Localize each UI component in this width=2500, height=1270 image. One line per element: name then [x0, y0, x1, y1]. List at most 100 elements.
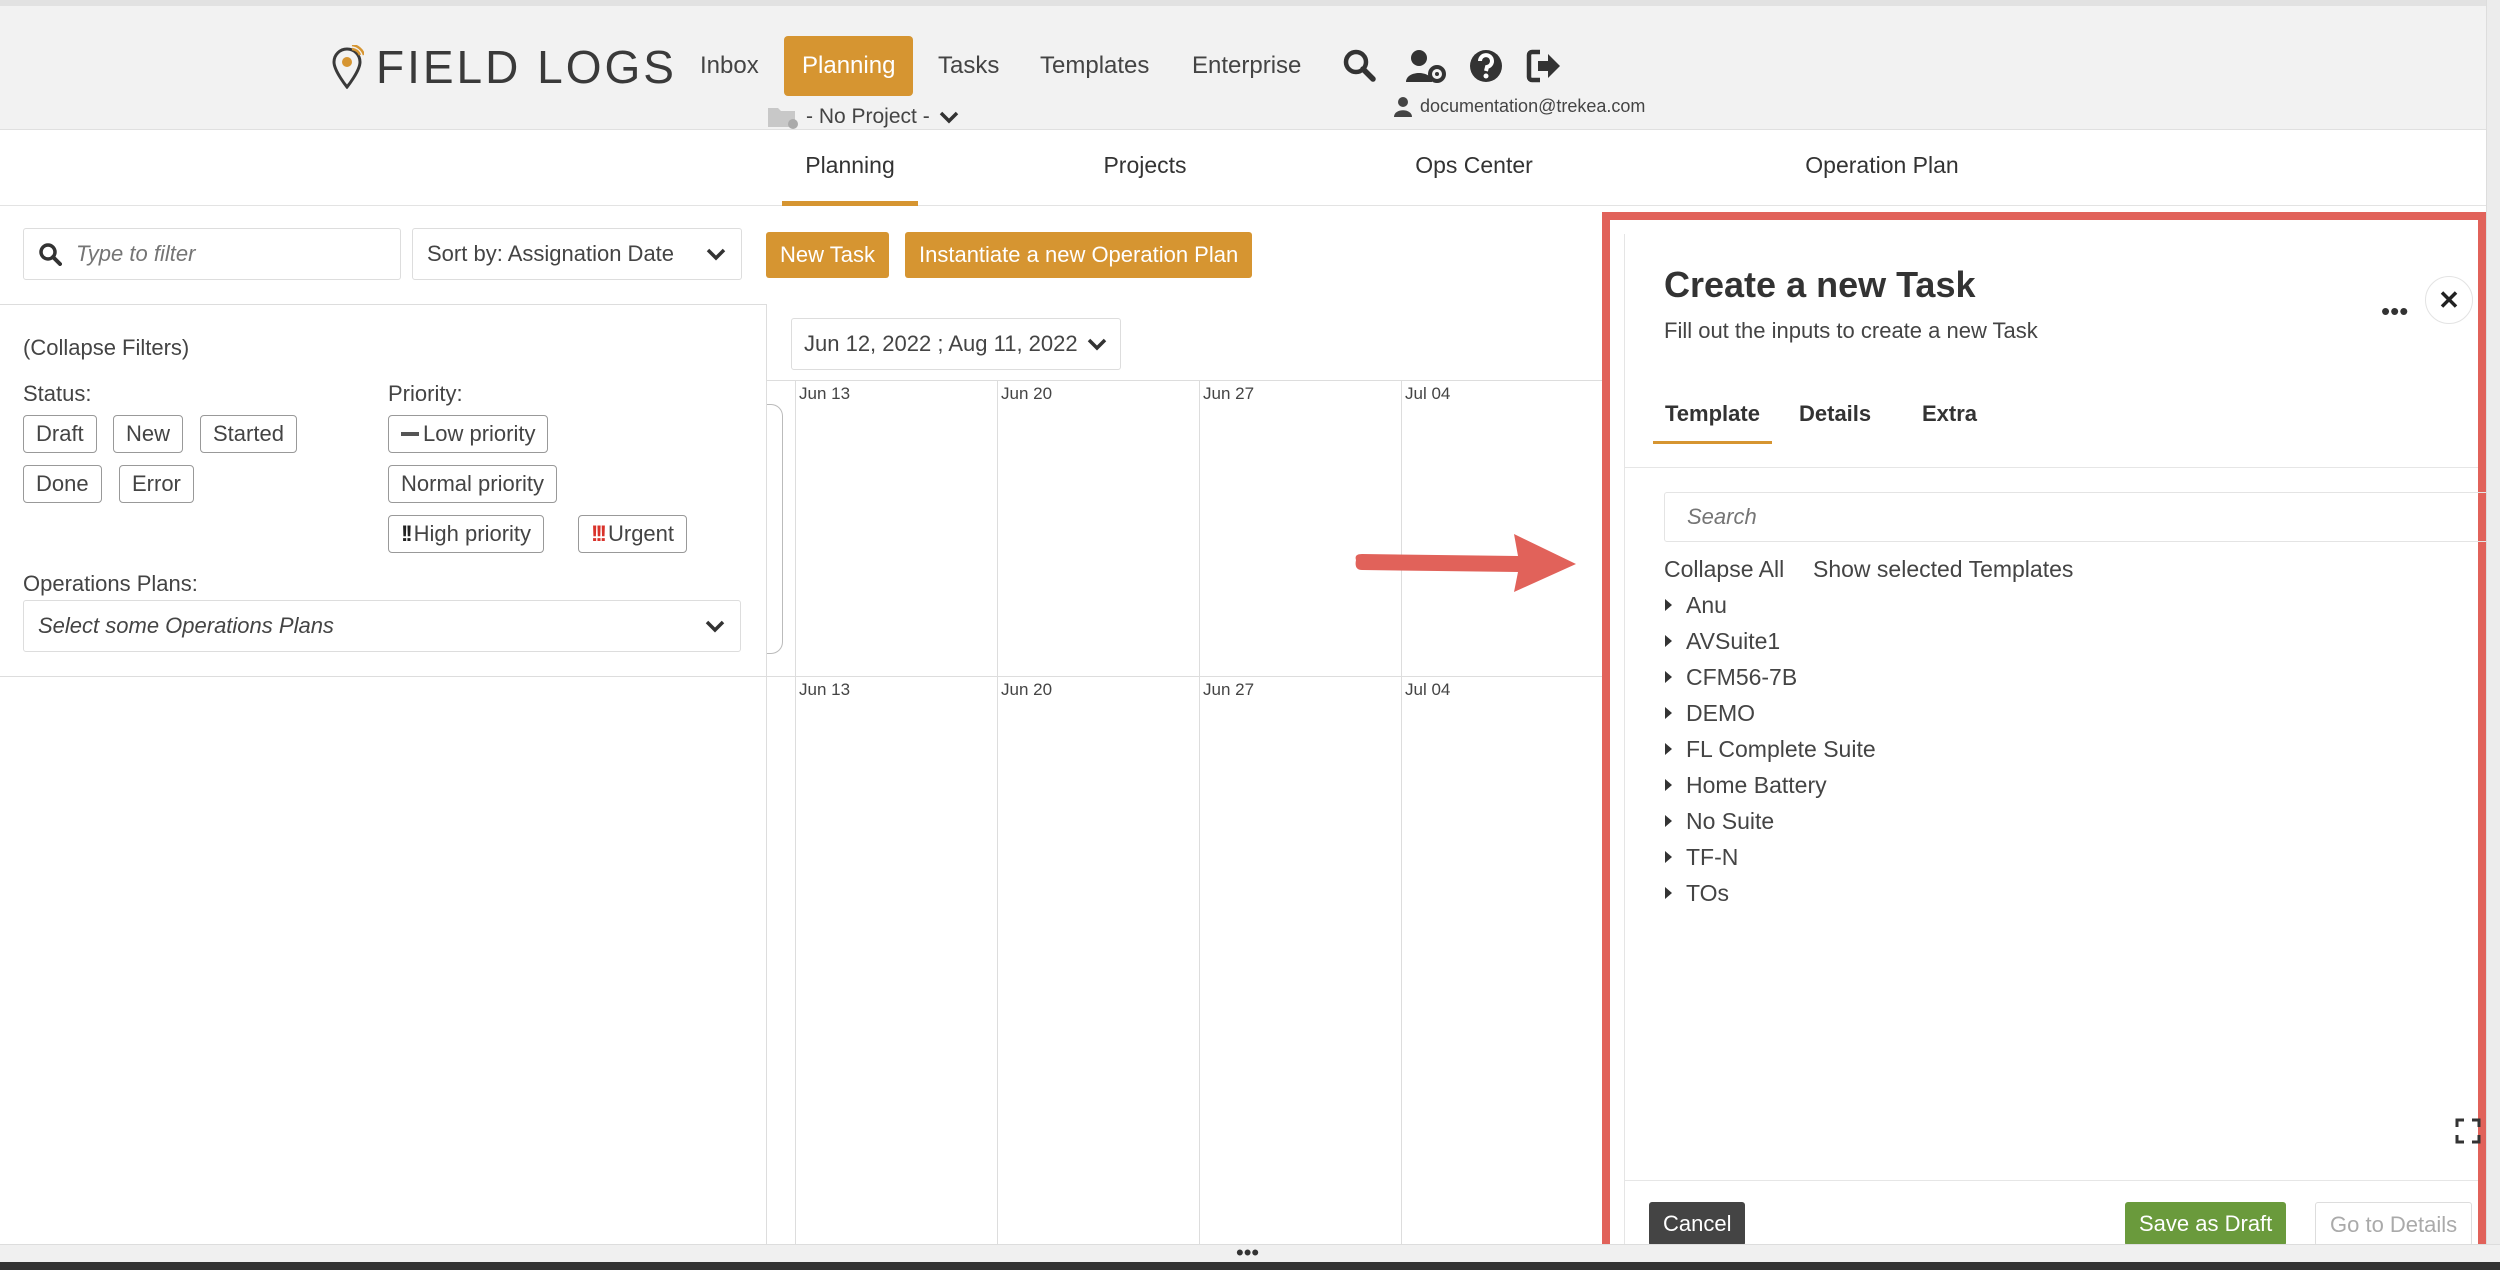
- chip-label: Done: [36, 471, 89, 496]
- status-label: Status:: [23, 381, 92, 406]
- template-search-field[interactable]: [1664, 492, 2490, 542]
- more-options-icon[interactable]: •••: [2381, 296, 2408, 327]
- status-draft-chip[interactable]: Draft: [23, 415, 97, 453]
- chip-label: Error: [132, 471, 181, 496]
- operations-plans-select[interactable]: Select some Operations Plans: [23, 600, 741, 652]
- sort-label: Sort by: Assignation Date: [427, 241, 675, 266]
- priority-low-chip[interactable]: Low priority: [388, 415, 549, 453]
- app-logo[interactable]: FIELD LOGS: [330, 41, 677, 93]
- chip-label: Draft: [36, 421, 84, 446]
- nav-enterprise[interactable]: Enterprise: [1174, 36, 1319, 96]
- week-label: Jun 20: [1001, 384, 1053, 403]
- folder-icon: [768, 108, 798, 129]
- priority-normal-chip[interactable]: Normal priority: [388, 465, 558, 503]
- caret-right-icon: [1665, 743, 1672, 755]
- template-group[interactable]: Anu: [1665, 588, 1727, 622]
- help-icon[interactable]: [1466, 46, 1506, 86]
- template-group[interactable]: Home Battery: [1665, 768, 1827, 802]
- template-group[interactable]: AVSuite1: [1665, 624, 1780, 658]
- tab-details[interactable]: Details: [1787, 394, 1883, 444]
- window-scrollbar[interactable]: [2486, 0, 2500, 1244]
- project-selector[interactable]: - No Project -: [766, 102, 960, 132]
- week-gridline: [997, 380, 998, 1244]
- status-error-chip[interactable]: Error: [119, 465, 194, 503]
- chip-label: Started: [213, 421, 284, 446]
- tab-planning[interactable]: Planning: [782, 130, 918, 206]
- template-group-label: DEMO: [1686, 699, 1755, 726]
- template-group-label: AVSuite1: [1686, 627, 1781, 654]
- caret-right-icon: [1665, 851, 1672, 863]
- top-header: FIELD LOGS Inbox Planning Tasks Template…: [0, 0, 2500, 130]
- panel-subtitle: Fill out the inputs to create a new Task: [1664, 318, 2038, 343]
- close-icon: ✕: [2438, 284, 2460, 315]
- nav-inbox[interactable]: Inbox: [682, 36, 777, 96]
- status-done-chip[interactable]: Done: [23, 465, 102, 503]
- logout-icon[interactable]: [1524, 46, 1564, 86]
- template-group-label: Anu: [1686, 591, 1727, 618]
- section-divider: [0, 676, 1606, 677]
- week-gridline: [1199, 380, 1200, 1244]
- search-icon: [39, 243, 62, 266]
- tab-divider: [1625, 467, 2478, 468]
- week-label: Jun 27: [1203, 384, 1255, 403]
- chip-label: Normal priority: [401, 471, 545, 496]
- user-info[interactable]: documentation@trekea.com: [1394, 96, 1645, 117]
- date-range-select[interactable]: Jun 12, 2022 ; Aug 11, 2022: [791, 318, 1121, 370]
- week-gridline: [795, 380, 796, 1244]
- template-group[interactable]: CFM56-7B: [1665, 660, 1797, 694]
- template-group[interactable]: DEMO: [1665, 696, 1755, 730]
- filter-field[interactable]: [23, 228, 401, 280]
- footer-divider: [1625, 1180, 2478, 1181]
- template-group-label: TOs: [1686, 879, 1730, 906]
- caret-right-icon: [1665, 887, 1672, 899]
- go-to-details-button[interactable]: Go to Details: [2315, 1202, 2473, 1246]
- tab-operation-plan[interactable]: Operation Plan: [1798, 130, 1966, 206]
- status-started-chip[interactable]: Started: [200, 415, 297, 453]
- week-label: Jul 04: [1405, 384, 1451, 403]
- search-icon[interactable]: [1340, 46, 1380, 86]
- instantiate-operation-plan-button[interactable]: Instantiate a new Operation Plan: [905, 232, 1253, 278]
- show-selected-templates-link[interactable]: Show selected Templates: [1813, 556, 2073, 583]
- new-task-button[interactable]: New Task: [766, 232, 889, 278]
- panel-title: Create a new Task: [1664, 264, 1976, 305]
- resize-grip[interactable]: •••: [1236, 1242, 1259, 1264]
- operations-plans-placeholder: Select some Operations Plans: [38, 613, 334, 638]
- priority-urgent-chip[interactable]: !!! Urgent: [578, 515, 688, 553]
- triple-exclamation-icon: !!!: [591, 521, 607, 546]
- chip-label: New: [126, 421, 171, 446]
- chevron-down-icon: [705, 620, 725, 633]
- nav-planning[interactable]: Planning: [784, 36, 914, 96]
- timeline: Jun 12, 2022 ; Aug 11, 2022 Jun 13 Jun 2…: [766, 304, 1625, 1244]
- tab-projects[interactable]: Projects: [1090, 130, 1200, 206]
- location-pin-icon: [332, 45, 364, 89]
- sort-select[interactable]: Sort by: Assignation Date: [412, 228, 742, 280]
- week-label: Jun 27: [1203, 680, 1255, 699]
- template-search-input[interactable]: [1687, 504, 2447, 530]
- timeline-collapse-handle[interactable]: [767, 404, 783, 654]
- timeline-top-border: [767, 380, 1607, 381]
- template-group-label: TF-N: [1686, 843, 1739, 870]
- tab-template[interactable]: Template: [1653, 394, 1772, 444]
- template-group[interactable]: No Suite: [1665, 804, 1774, 838]
- expand-icon[interactable]: [2455, 1118, 2481, 1144]
- priority-high-chip[interactable]: !! High priority: [388, 515, 545, 553]
- cancel-button[interactable]: Cancel: [1649, 1202, 1746, 1246]
- chip-label: Low priority: [423, 421, 536, 446]
- close-button[interactable]: ✕: [2425, 276, 2473, 324]
- save-as-draft-button[interactable]: Save as Draft: [2125, 1202, 2287, 1246]
- tab-extra[interactable]: Extra: [1910, 394, 1989, 444]
- collapse-filters-link[interactable]: (Collapse Filters): [23, 335, 189, 361]
- user-settings-icon[interactable]: [1404, 46, 1448, 86]
- template-group[interactable]: FL Complete Suite: [1665, 732, 1876, 766]
- status-new-chip[interactable]: New: [113, 415, 184, 453]
- nav-templates[interactable]: Templates: [1022, 36, 1167, 96]
- template-group[interactable]: TF-N: [1665, 840, 1738, 874]
- nav-tasks[interactable]: Tasks: [920, 36, 1017, 96]
- filter-input[interactable]: [76, 241, 376, 267]
- dash-icon: [401, 432, 419, 436]
- priority-label: Priority:: [388, 381, 463, 406]
- template-group[interactable]: TOs: [1665, 876, 1729, 910]
- tab-ops-center[interactable]: Ops Center: [1404, 130, 1544, 206]
- chevron-down-icon: [939, 111, 958, 124]
- collapse-all-link[interactable]: Collapse All: [1664, 556, 1784, 583]
